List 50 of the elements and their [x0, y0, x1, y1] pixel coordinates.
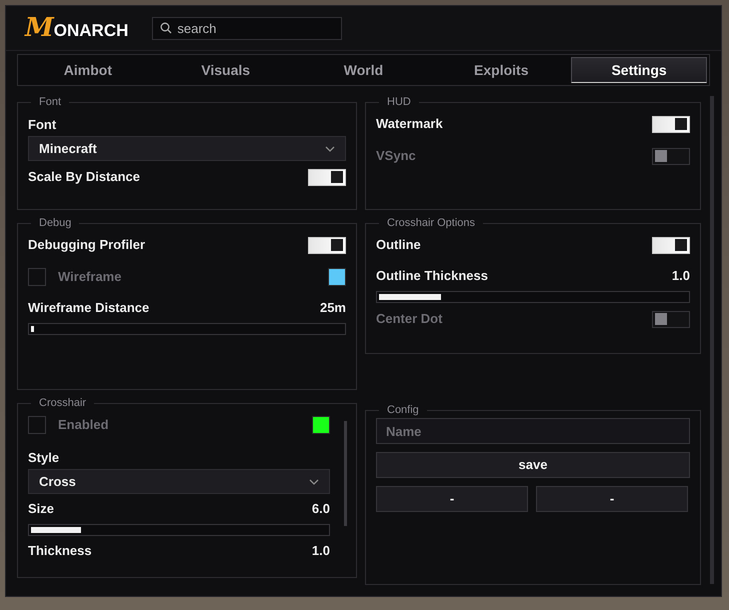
- checkbox[interactable]: [28, 268, 46, 286]
- logo-initial: M: [25, 15, 54, 41]
- toggle-label: Scale By Distance: [28, 168, 140, 186]
- search-field[interactable]: search: [152, 16, 342, 40]
- slider-label: Thickness: [28, 542, 92, 560]
- toggle-label: Debugging Profiler: [28, 236, 145, 254]
- panel-title: HUD: [386, 96, 412, 108]
- dropdown[interactable]: Cross: [28, 469, 330, 494]
- field-label: Font: [28, 116, 56, 134]
- config-button[interactable]: -: [376, 486, 528, 512]
- slider-value: 1.0: [312, 542, 330, 560]
- slider-track[interactable]: [376, 291, 690, 303]
- scrollbar[interactable]: [344, 421, 347, 526]
- toggle-label: VSync: [376, 147, 416, 166]
- toggle-label: Center Dot: [376, 310, 442, 328]
- scrollbar[interactable]: [710, 96, 714, 584]
- slider-label: Size: [28, 500, 54, 518]
- slider-value: 1.0: [672, 267, 690, 286]
- dropdown[interactable]: Minecraft: [28, 136, 346, 161]
- panel-title: Crosshair: [38, 397, 88, 409]
- name-field[interactable]: Name: [376, 418, 690, 444]
- toggle-label: Watermark: [376, 115, 443, 134]
- color-swatch[interactable]: [328, 268, 346, 286]
- color-swatch[interactable]: [312, 416, 330, 434]
- tab[interactable]: Exploits: [433, 57, 570, 83]
- slider-value: 6.0: [312, 500, 330, 518]
- chevron-down-icon: [309, 478, 319, 484]
- slider-track[interactable]: [28, 323, 346, 335]
- toggle-label: Outline: [376, 236, 421, 254]
- search-icon: [160, 22, 172, 34]
- chevron-down-icon: [325, 146, 335, 152]
- slider-value: 25m: [320, 299, 346, 318]
- tab[interactable]: World: [296, 57, 432, 83]
- checkbox[interactable]: [28, 416, 46, 434]
- logo-text: ONARCH: [54, 22, 128, 39]
- panel-title: Config: [386, 404, 420, 416]
- tab[interactable]: Settings: [571, 57, 707, 83]
- tab[interactable]: Visuals: [158, 57, 294, 83]
- field-label: Style: [28, 448, 60, 467]
- slider-label: Outline Thickness: [376, 267, 488, 286]
- slider-label: Wireframe Distance: [28, 299, 150, 318]
- panel-title: Debug: [38, 217, 72, 229]
- panel-title: Crosshair Options: [386, 217, 476, 229]
- slider-track[interactable]: [28, 524, 330, 536]
- config-button[interactable]: -: [536, 486, 688, 512]
- panel-title: Font: [38, 96, 62, 108]
- checkbox-label: Wireframe: [58, 268, 122, 286]
- tab[interactable]: Aimbot: [20, 57, 156, 83]
- checkbox-label: Enabled: [58, 416, 109, 434]
- save-button[interactable]: save: [376, 452, 690, 478]
